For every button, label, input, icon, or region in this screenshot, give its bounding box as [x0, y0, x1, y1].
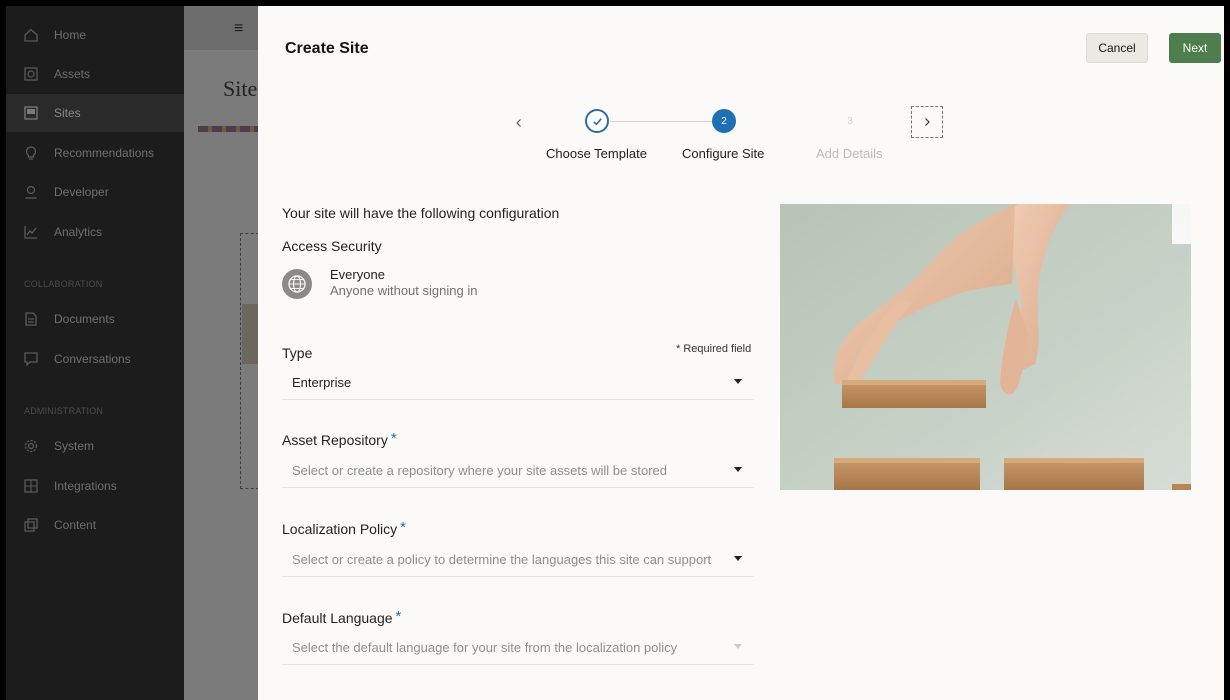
step-1-completed-check-icon[interactable]: [585, 109, 609, 133]
background-banner-stripe: [198, 126, 258, 132]
hand-placing-block-illustration: [780, 204, 1191, 490]
nav-item-developer[interactable]: Developer: [6, 173, 184, 211]
nav-item-recommendations[interactable]: Recommendations: [6, 134, 184, 172]
hamburger-menu-icon: ≡: [234, 20, 244, 37]
asset-repository-label: Asset Repository *: [282, 430, 397, 448]
asset-repository-label-text: Asset Repository: [282, 432, 388, 448]
nav-label: Home: [54, 28, 87, 42]
next-button[interactable]: Next: [1169, 33, 1221, 63]
required-asterisk: *: [400, 519, 407, 536]
required-asterisk: *: [395, 608, 402, 625]
caret-down-icon: [734, 467, 742, 472]
asset-repository-placeholder: Select or create a repository where your…: [292, 463, 668, 478]
access-option-title: Everyone: [330, 267, 385, 282]
developer-icon: [24, 185, 38, 199]
conversations-icon: [24, 352, 38, 366]
nav-label: Integrations: [54, 479, 117, 493]
nav-item-conversations[interactable]: Conversations: [6, 340, 184, 378]
nav-label: Developer: [54, 185, 109, 199]
nav-item-content[interactable]: Content: [6, 506, 184, 544]
localization-policy-select[interactable]: Select or create a policy to determine t…: [282, 543, 754, 577]
localization-policy-placeholder: Select or create a policy to determine t…: [292, 552, 712, 567]
system-gear-icon: [24, 439, 38, 453]
caret-down-icon: [734, 379, 742, 384]
background-page-overlay: ≡ Site: [184, 6, 258, 700]
nav-label: System: [54, 439, 95, 453]
config-intro-text: Your site will have the following config…: [282, 205, 560, 221]
stepper-previous-chevron-icon[interactable]: [510, 114, 528, 132]
analytics-icon: [24, 225, 38, 239]
nav-label: Content: [54, 518, 97, 532]
integrations-icon: [24, 479, 38, 493]
nav-label: Documents: [54, 312, 115, 326]
dialog-title: Create Site: [285, 40, 369, 57]
side-navigation: Home Assets Sites Recommendations Develo…: [6, 6, 184, 700]
nav-section-collaboration: COLLABORATION: [24, 279, 103, 289]
content-icon: [24, 518, 38, 532]
default-language-placeholder: Select the default language for your sit…: [292, 640, 678, 655]
default-language-label-text: Default Language: [282, 610, 393, 626]
step-2-current[interactable]: 2: [712, 109, 736, 133]
create-site-dialog: Create Site Cancel Next 2 3 Choose Templ…: [258, 6, 1230, 700]
recommendations-icon: [24, 146, 38, 160]
globe-icon: [282, 269, 312, 299]
nav-item-documents[interactable]: Documents: [6, 300, 184, 338]
cancel-button[interactable]: Cancel: [1086, 33, 1148, 63]
type-label: Type: [282, 345, 313, 361]
nav-label: Sites: [54, 106, 81, 120]
nav-item-assets[interactable]: Assets: [6, 55, 184, 93]
type-select[interactable]: Enterprise: [282, 366, 754, 400]
nav-section-administration: ADMINISTRATION: [24, 406, 104, 416]
nav-label: Conversations: [54, 352, 131, 366]
background-card-image: [242, 304, 258, 364]
sites-icon: [24, 106, 38, 120]
template-preview-image: [780, 204, 1191, 490]
stepper-next-chevron-icon[interactable]: [911, 106, 943, 138]
background-header: [184, 6, 258, 50]
asset-repository-select[interactable]: Select or create a repository where your…: [282, 454, 754, 488]
type-select-value: Enterprise: [292, 375, 352, 390]
step-1-label: Choose Template: [546, 146, 647, 161]
nav-item-system[interactable]: System: [6, 427, 184, 465]
nav-item-home[interactable]: Home: [6, 16, 184, 54]
assets-icon: [24, 67, 38, 81]
step-3-label: Add Details: [816, 146, 883, 161]
step-2-label: Configure Site: [682, 146, 765, 161]
nav-item-integrations[interactable]: Integrations: [6, 467, 184, 505]
required-field-note: * Required field: [676, 343, 752, 355]
default-language-select[interactable]: Select the default language for your sit…: [282, 631, 754, 665]
nav-item-analytics[interactable]: Analytics: [6, 213, 184, 251]
default-language-label: Default Language *: [282, 608, 401, 626]
step-3-upcoming: 3: [847, 115, 853, 127]
access-option-subtitle: Anyone without signing in: [330, 283, 478, 298]
required-asterisk: *: [390, 430, 397, 447]
nav-item-sites[interactable]: Sites: [6, 94, 184, 132]
nav-label: Recommendations: [54, 146, 155, 160]
home-icon: [24, 28, 38, 42]
access-security-label: Access Security: [282, 238, 382, 254]
nav-label: Assets: [54, 67, 91, 81]
localization-policy-label-text: Localization Policy: [282, 521, 398, 537]
nav-label: Analytics: [54, 225, 103, 239]
caret-down-icon: [734, 644, 742, 649]
background-page-title: Site: [223, 76, 258, 101]
caret-down-icon: [734, 556, 742, 561]
localization-policy-label: Localization Policy *: [282, 519, 406, 537]
stepper-connector: [610, 121, 713, 122]
background-card: [240, 233, 258, 489]
documents-icon: [24, 312, 38, 326]
